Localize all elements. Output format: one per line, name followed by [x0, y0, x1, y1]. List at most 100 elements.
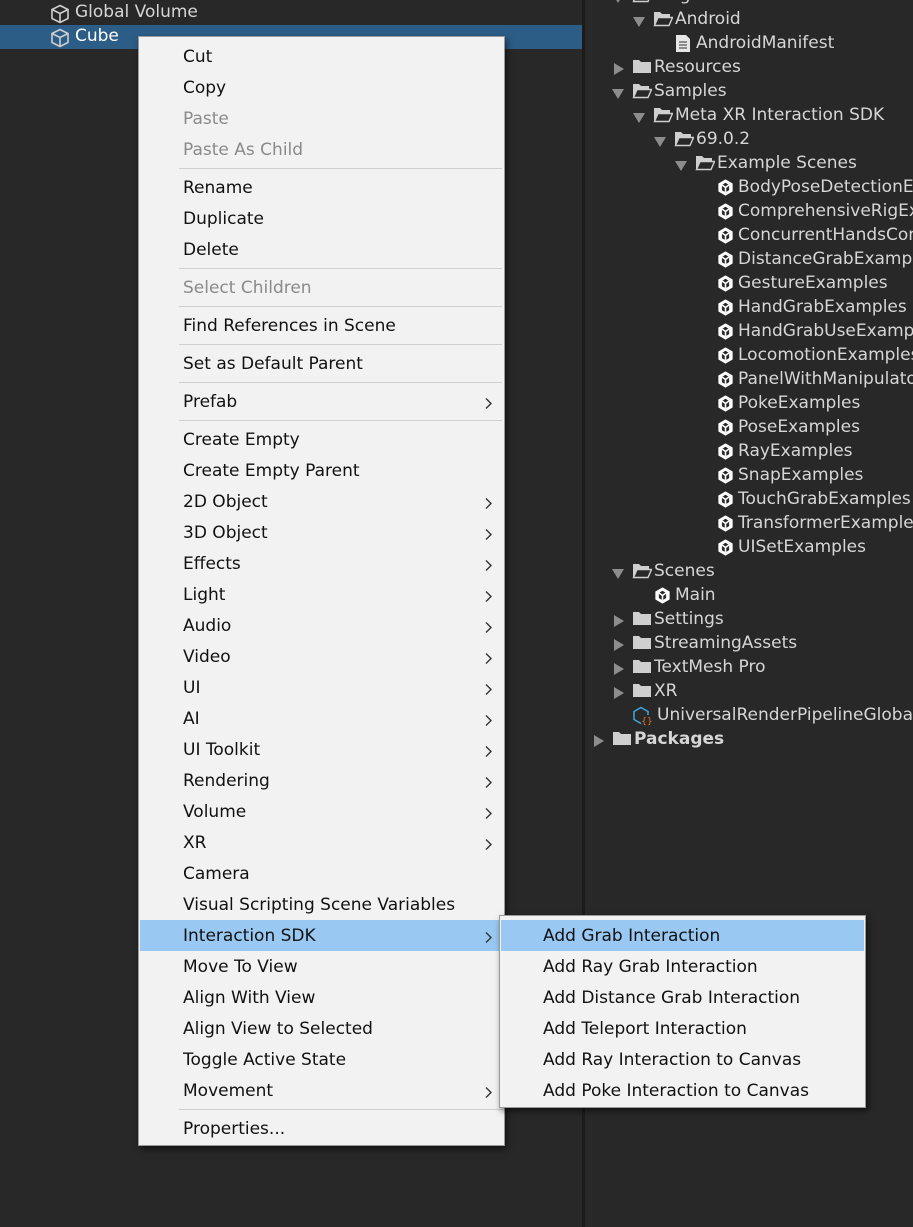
- project-item-snapexamples[interactable]: SnapExamples: [696, 463, 863, 487]
- project-item-label: UISetExamples: [738, 537, 866, 557]
- menu-item-find-references-in-scene[interactable]: Find References in Scene: [140, 310, 503, 341]
- project-item-panelwithmanipulators[interactable]: PanelWithManipulators: [696, 367, 913, 391]
- expand-arrow-right-icon[interactable]: [612, 660, 626, 675]
- project-item-poseexamples[interactable]: PoseExamples: [696, 415, 860, 439]
- menu-item-label: Rendering: [183, 770, 270, 791]
- menu-item-xr[interactable]: XR: [140, 827, 503, 858]
- expand-arrow-down-icon[interactable]: [612, 564, 626, 579]
- menu-item-ui[interactable]: UI: [140, 672, 503, 703]
- project-item-meta-xr-interaction-sdk[interactable]: Meta XR Interaction SDK: [633, 103, 884, 127]
- menu-item-align-view-to-selected[interactable]: Align View to Selected: [140, 1013, 503, 1044]
- menu-item-ai[interactable]: AI: [140, 703, 503, 734]
- submenu-item-add-poke-interaction-to-canvas[interactable]: Add Poke Interaction to Canvas: [501, 1075, 864, 1106]
- project-item-label: ComprehensiveRigExample: [738, 201, 913, 221]
- expand-arrow-right-icon[interactable]: [612, 684, 626, 699]
- expand-arrow-down-icon[interactable]: [654, 132, 668, 147]
- project-item-universalrenderpipelineglobalsettings[interactable]: {} UniversalRenderPipelineGlobalSettings: [612, 703, 913, 727]
- menu-item-visual-scripting-scene-variables[interactable]: Visual Scripting Scene Variables: [140, 889, 503, 920]
- project-item-resources[interactable]: Resources: [612, 55, 741, 79]
- submenu-item-add-ray-grab-interaction[interactable]: Add Ray Grab Interaction: [501, 951, 864, 982]
- project-item-scenes[interactable]: Scenes: [612, 559, 715, 583]
- project-item-69-0-2[interactable]: 69.0.2: [654, 127, 750, 151]
- expand-arrow-down-icon[interactable]: [633, 12, 647, 27]
- project-item-rayexamples[interactable]: RayExamples: [696, 439, 853, 463]
- menu-item-volume[interactable]: Volume: [140, 796, 503, 827]
- menu-item-effects[interactable]: Effects: [140, 548, 503, 579]
- menu-item-rendering[interactable]: Rendering: [140, 765, 503, 796]
- chevron-right-icon: [484, 774, 493, 794]
- menu-item-ui-toolkit[interactable]: UI Toolkit: [140, 734, 503, 765]
- project-item-xr[interactable]: XR: [612, 679, 677, 703]
- project-item-textmesh-pro[interactable]: TextMesh Pro: [612, 655, 766, 679]
- unity-scene-icon: [716, 370, 735, 388]
- expand-arrow-down-icon[interactable]: [633, 108, 647, 123]
- project-item-handgrabexamples[interactable]: HandGrabExamples: [696, 295, 907, 319]
- project-item-label: Example Scenes: [717, 153, 857, 173]
- menu-item-delete[interactable]: Delete: [140, 234, 503, 265]
- menu-item-rename[interactable]: Rename: [140, 172, 503, 203]
- menu-item-label: Prefab: [183, 391, 238, 412]
- project-item-transformerexamples[interactable]: TransformerExamples: [696, 511, 913, 535]
- project-item-streamingassets[interactable]: StreamingAssets: [612, 631, 797, 655]
- menu-item-movement[interactable]: Movement: [140, 1075, 503, 1106]
- submenu-item-add-grab-interaction[interactable]: Add Grab Interaction: [501, 920, 864, 951]
- expand-arrow-down-icon[interactable]: [675, 156, 689, 171]
- project-item-bodyposedetectionexamples[interactable]: BodyPoseDetectionExamples: [696, 175, 913, 199]
- menu-item-properties[interactable]: Properties...: [140, 1113, 503, 1144]
- menu-item-create-empty-parent[interactable]: Create Empty Parent: [140, 455, 503, 486]
- project-item-handgrabuseexamples[interactable]: HandGrabUseExamples: [696, 319, 913, 343]
- folder-icon: [632, 682, 651, 700]
- menu-item-create-empty[interactable]: Create Empty: [140, 424, 503, 455]
- expand-arrow-down-icon[interactable]: [612, 84, 626, 99]
- project-item-settings[interactable]: Settings: [612, 607, 724, 631]
- project-item-label: BodyPoseDetectionExamples: [738, 177, 913, 197]
- menu-item-video[interactable]: Video: [140, 641, 503, 672]
- menu-item-camera[interactable]: Camera: [140, 858, 503, 889]
- project-item-plugins[interactable]: Plugins: [612, 0, 715, 7]
- submenu-item-add-ray-interaction-to-canvas[interactable]: Add Ray Interaction to Canvas: [501, 1044, 864, 1075]
- chevron-right-icon: [484, 526, 493, 546]
- menu-item-align-with-view[interactable]: Align With View: [140, 982, 503, 1013]
- project-item-example-scenes[interactable]: Example Scenes: [675, 151, 857, 175]
- expand-arrow-right-icon[interactable]: [592, 732, 606, 747]
- submenu-item-add-distance-grab-interaction[interactable]: Add Distance Grab Interaction: [501, 982, 864, 1013]
- expand-arrow-down-icon[interactable]: [612, 0, 626, 3]
- project-item-androidmanifest[interactable]: AndroidManifest: [654, 31, 834, 55]
- project-item-distancegrabexamples[interactable]: DistanceGrabExamples: [696, 247, 913, 271]
- project-item-uisetexamples[interactable]: UISetExamples: [696, 535, 866, 559]
- menu-item-duplicate[interactable]: Duplicate: [140, 203, 503, 234]
- menu-item-3d-object[interactable]: 3D Object: [140, 517, 503, 548]
- project-item-packages[interactable]: Packages: [592, 727, 724, 751]
- project-item-android[interactable]: Android: [633, 7, 741, 31]
- menu-item-move-to-view[interactable]: Move To View: [140, 951, 503, 982]
- project-item-concurrenthandscontrollersexamples[interactable]: ConcurrentHandsControllersExamples: [696, 223, 913, 247]
- submenu-item-add-teleport-interaction[interactable]: Add Teleport Interaction: [501, 1013, 864, 1044]
- menu-item-audio[interactable]: Audio: [140, 610, 503, 641]
- project-item-samples[interactable]: Samples: [612, 79, 727, 103]
- menu-item-copy[interactable]: Copy: [140, 72, 503, 103]
- project-item-gestureexamples[interactable]: GestureExamples: [696, 271, 888, 295]
- arrow-spacer: [612, 708, 626, 722]
- menu-item-cut[interactable]: Cut: [140, 41, 503, 72]
- project-item-main[interactable]: Main: [633, 583, 716, 607]
- menu-item-set-as-default-parent[interactable]: Set as Default Parent: [140, 348, 503, 379]
- menu-item-prefab[interactable]: Prefab: [140, 386, 503, 417]
- menu-item-label: Audio: [183, 615, 232, 636]
- project-item-pokeexamples[interactable]: PokeExamples: [696, 391, 860, 415]
- menu-item-2d-object[interactable]: 2D Object: [140, 486, 503, 517]
- arrow-spacer: [696, 396, 710, 410]
- expand-arrow-right-icon[interactable]: [612, 60, 626, 75]
- chevron-right-icon: [484, 929, 493, 949]
- hierarchy-item-global-volume[interactable]: Global Volume: [0, 1, 582, 25]
- menu-item-interaction-sdk[interactable]: Interaction SDK: [140, 920, 503, 951]
- project-item-touchgrabexamples[interactable]: TouchGrabExamples: [696, 487, 911, 511]
- expand-arrow-right-icon[interactable]: [612, 612, 626, 627]
- submenu-item-label: Add Poke Interaction to Canvas: [543, 1080, 809, 1101]
- project-item-locomotionexamples[interactable]: LocomotionExamples: [696, 343, 913, 367]
- expand-arrow-right-icon[interactable]: [612, 636, 626, 651]
- menu-item-toggle-active-state[interactable]: Toggle Active State: [140, 1044, 503, 1075]
- project-item-comprehensiverigexample[interactable]: ComprehensiveRigExample: [696, 199, 913, 223]
- chevron-right-icon: [484, 681, 493, 701]
- menu-item-label: 2D Object: [183, 491, 268, 512]
- menu-item-light[interactable]: Light: [140, 579, 503, 610]
